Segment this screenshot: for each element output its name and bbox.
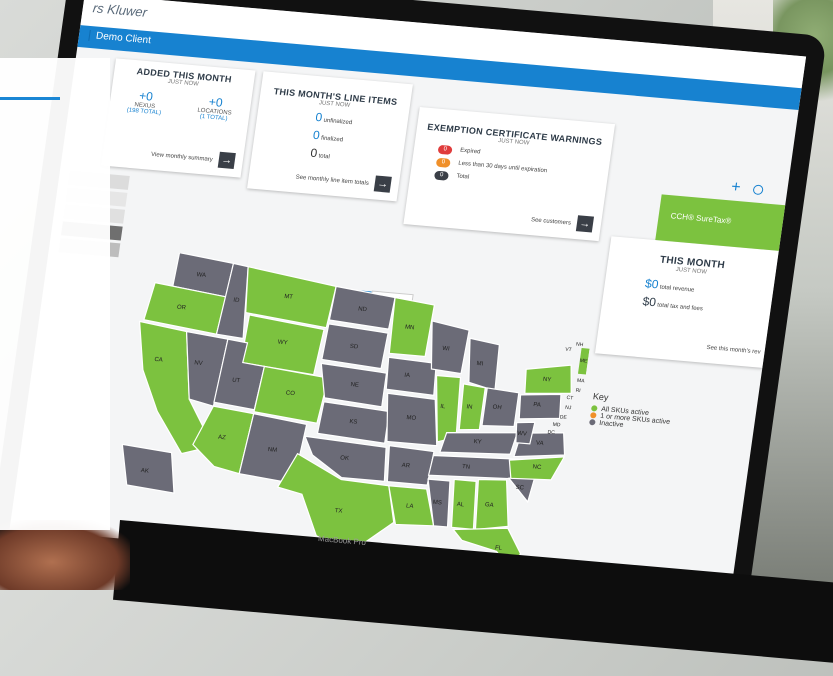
label-ar: AR [401,463,411,470]
label-ky: KY [473,439,482,446]
label-nj: NJ [565,405,572,412]
white-overlay-panel [0,58,110,530]
label-nm: NM [267,447,277,454]
search-icon[interactable] [752,184,764,196]
label-wv: WV [517,431,527,438]
label-nc: NC [532,464,542,471]
label-ne: NE [350,382,359,389]
view-monthly-summary-link[interactable]: View monthly summary [151,152,214,163]
label-or: OR [176,305,186,312]
arrow-right-icon[interactable]: → [373,175,392,193]
label-mo: MO [406,415,417,422]
row-label: Expired [459,147,481,156]
line-item-totals-link[interactable]: See monthly line item totals [295,174,369,186]
arrow-right-icon[interactable]: → [575,215,595,233]
label-wi: WI [442,346,450,353]
state-ia[interactable] [384,356,439,397]
label-ut: UT [232,378,241,385]
label-ri: RI [575,388,581,394]
label-ca: CA [154,357,163,364]
label-tx: TX [334,508,342,515]
map-key: Key All SKUs active 1 or more SKUs activ… [588,391,674,433]
badge-expired: 0 [437,144,453,155]
label-tn: TN [462,464,471,471]
label-az: AZ [218,435,227,442]
badge-expiring: 0 [435,157,451,168]
key-label: Inactive [598,419,624,429]
screen: rs Kluwer Demo Client ADDED THIS MONTH J… [9,0,807,592]
arrow-right-icon[interactable]: → [217,151,236,170]
row-label: unfinalized [323,117,353,127]
see-customers-link[interactable]: See customers [531,217,572,226]
card-line-items: THIS MONTH'S LINE ITEMS JUST NOW 0 unfin… [247,71,413,202]
label-vt: VT [565,347,572,354]
badge-total: 0 [433,170,450,181]
row-value: $0 [641,294,657,310]
label-ma: MA [577,378,586,385]
label-wy: WY [277,340,287,347]
line-item-row: 0 total [310,146,404,168]
label-mi: MI [476,361,484,368]
label-ms: MS [432,500,442,507]
card-this-month: THIS MONTH JUST NOW $0 total revenue $0 … [594,236,779,368]
row-label: Less than 30 days until expiration [457,160,548,175]
row-value: $0 [644,276,660,292]
label-nh: NH [576,342,584,349]
row-label: finalized [320,135,344,144]
green-dot-icon [590,405,598,412]
card-added-this-month: ADDED THIS MONTH JUST NOW +0 NEXUS (198 … [101,58,256,178]
label-mn: MN [405,325,415,332]
card-exemption-warnings: EXEMPTION CERTIFICATE WARNINGS JUST NOW … [403,107,616,242]
row-label: Total [456,173,470,181]
label-ks: KS [349,419,358,426]
plus-icon[interactable]: + [730,179,742,198]
label-ny: NY [542,377,551,384]
label-sc: SC [515,485,525,492]
stat-nexus: +0 NEXUS (198 TOTAL) [126,88,164,117]
label-nv: NV [194,360,203,367]
label-dc: DC [547,429,555,436]
label-la: LA [406,503,414,510]
label-ct: CT [566,395,573,402]
row-label: total [318,153,331,161]
label-sd: SD [349,344,359,351]
orange-dot-icon [589,412,597,419]
hand [0,520,130,590]
accent-line [0,97,60,100]
label-de: DE [559,414,567,421]
label-ok: OK [340,455,349,462]
gray-dot-icon [588,419,596,426]
label-va: VA [536,440,544,447]
label-md: MD [552,422,561,429]
label-mt: MT [284,294,294,301]
label-ia: IA [404,373,410,379]
label-co: CO [285,390,295,397]
label-wa: WA [196,272,206,279]
label-oh: OH [492,405,502,412]
label-nd: ND [358,306,368,313]
label-ga: GA [484,502,493,509]
stat-locations: +0 LOCATIONS (1 TOTAL) [196,94,234,123]
monthly-revenue-link[interactable]: See this month's rev [706,345,761,356]
label-in: IN [466,404,473,410]
row-label: total tax and fees [656,302,704,313]
row-label: total revenue [659,284,695,294]
label-ak: AK [140,468,149,475]
label-pa: PA [533,402,541,409]
tab-demo-client[interactable]: Demo Client [88,29,158,47]
